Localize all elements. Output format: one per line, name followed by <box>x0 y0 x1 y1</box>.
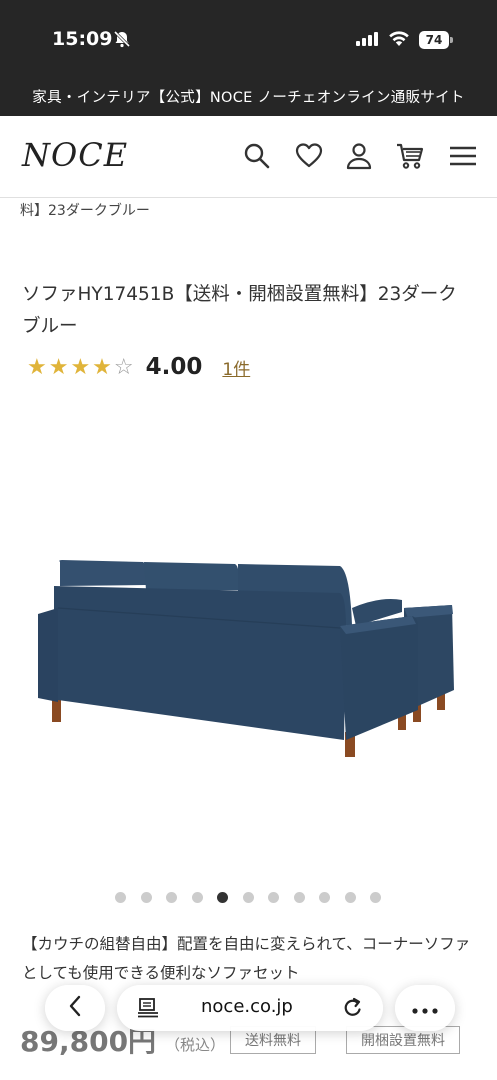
review-count-link[interactable]: 1件 <box>222 355 250 380</box>
cart-icon[interactable] <box>395 141 425 171</box>
mute-bell-icon <box>113 30 131 52</box>
browser-toolbar: noce.co.jp <box>45 985 455 1031</box>
search-icon[interactable] <box>242 141 272 171</box>
pagination-dot[interactable] <box>191 892 203 903</box>
pagination-dot[interactable] <box>115 892 126 903</box>
site-header: NOCE <box>0 116 497 198</box>
url-text[interactable]: noce.co.jp <box>201 996 293 1017</box>
reader-icon[interactable] <box>137 998 159 1022</box>
rating-value: 4.00 <box>145 354 203 380</box>
battery-icon: 74 <box>419 31 449 49</box>
pagination-dot[interactable] <box>344 892 356 903</box>
product-image[interactable] <box>0 400 497 880</box>
more-button[interactable] <box>395 985 455 1031</box>
site-title: 家具・インテリア【公式】NOCE ノーチェオンライン通販サイト <box>0 80 497 116</box>
product-title: ソファHY17451B【送料・開梱設置無料】23ダークブルー <box>22 284 457 337</box>
site-logo[interactable]: NOCE <box>22 136 128 174</box>
user-icon[interactable] <box>344 141 374 171</box>
reload-icon[interactable] <box>342 997 364 1023</box>
tax-label: （税込） <box>165 1036 226 1054</box>
heart-icon[interactable] <box>294 141 324 171</box>
more-icon <box>412 999 438 1018</box>
breadcrumb[interactable]: 料】23ダークブルー <box>20 200 150 220</box>
pagination-dot[interactable] <box>140 892 152 903</box>
status-time: 15:09 <box>52 28 113 50</box>
status-bar: 15:09 74 <box>0 0 497 80</box>
pagination-dot[interactable] <box>242 892 254 903</box>
menu-icon[interactable] <box>448 141 478 171</box>
pagination-dot[interactable] <box>319 892 330 903</box>
back-icon <box>68 995 82 1021</box>
pagination-dot[interactable] <box>217 892 228 903</box>
pagination-dot[interactable] <box>293 892 305 903</box>
sofa-illustration <box>38 560 454 757</box>
pagination-dot[interactable] <box>166 892 177 903</box>
address-bar[interactable]: noce.co.jp <box>117 985 383 1031</box>
image-pagination[interactable] <box>115 892 381 903</box>
signal-icon <box>356 32 378 46</box>
wifi-icon <box>388 30 410 51</box>
product-description: 【カウチの組替自由】配置を自由に変えられて、コーナーソファとしても使用できる便利… <box>22 935 471 982</box>
battery-tip <box>450 37 453 43</box>
star-rating: ★★★★☆ <box>27 354 136 380</box>
pagination-dot[interactable] <box>268 892 279 903</box>
back-button[interactable] <box>45 985 105 1031</box>
pagination-dot[interactable] <box>370 892 381 903</box>
rating-row: ★★★★☆ 4.00 1件 <box>27 352 250 382</box>
